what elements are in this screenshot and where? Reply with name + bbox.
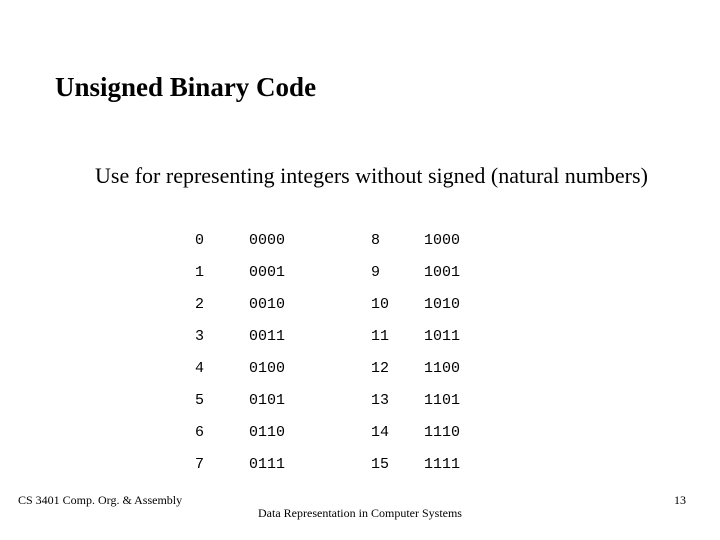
- table-row: 3 0011 11 1011: [195, 320, 504, 352]
- table-row: 0 0000 8 1000: [195, 224, 504, 256]
- slide-subtitle: Use for representing integers without si…: [95, 162, 655, 190]
- cell-binary: 1010: [424, 288, 504, 320]
- cell-decimal: 14: [371, 416, 424, 448]
- table-row: 7 0111 15 1111: [195, 448, 504, 480]
- binary-code-table: 0 0000 8 1000 1 0001 9 1001 2 0010 10 10…: [195, 224, 504, 480]
- footer-page-number: 13: [674, 493, 686, 508]
- cell-binary: 1111: [424, 448, 504, 480]
- cell-binary: 0010: [249, 288, 371, 320]
- table-row: 4 0100 12 1100: [195, 352, 504, 384]
- table-row: 2 0010 10 1010: [195, 288, 504, 320]
- cell-binary: 1011: [424, 320, 504, 352]
- table-row: 6 0110 14 1110: [195, 416, 504, 448]
- cell-decimal: 5: [195, 384, 249, 416]
- cell-binary: 0111: [249, 448, 371, 480]
- footer-center: Data Representation in Computer Systems: [0, 506, 720, 520]
- cell-binary: 1001: [424, 256, 504, 288]
- cell-decimal: 3: [195, 320, 249, 352]
- cell-binary: 0011: [249, 320, 371, 352]
- cell-binary: 0110: [249, 416, 371, 448]
- table-row: 5 0101 13 1101: [195, 384, 504, 416]
- cell-decimal: 2: [195, 288, 249, 320]
- cell-decimal: 10: [371, 288, 424, 320]
- cell-decimal: 7: [195, 448, 249, 480]
- cell-binary: 1100: [424, 352, 504, 384]
- slide-title: Unsigned Binary Code: [55, 72, 316, 103]
- cell-binary: 0101: [249, 384, 371, 416]
- table-body: 0 0000 8 1000 1 0001 9 1001 2 0010 10 10…: [195, 224, 504, 480]
- cell-decimal: 9: [371, 256, 424, 288]
- cell-decimal: 12: [371, 352, 424, 384]
- cell-decimal: 1: [195, 256, 249, 288]
- cell-decimal: 8: [371, 224, 424, 256]
- cell-binary: 0100: [249, 352, 371, 384]
- cell-binary: 1101: [424, 384, 504, 416]
- cell-decimal: 6: [195, 416, 249, 448]
- cell-decimal: 11: [371, 320, 424, 352]
- cell-binary: 1000: [424, 224, 504, 256]
- cell-decimal: 4: [195, 352, 249, 384]
- table-row: 1 0001 9 1001: [195, 256, 504, 288]
- cell-decimal: 0: [195, 224, 249, 256]
- slide: Unsigned Binary Code Use for representin…: [0, 0, 720, 540]
- cell-binary: 0001: [249, 256, 371, 288]
- cell-binary: 0000: [249, 224, 371, 256]
- cell-binary: 1110: [424, 416, 504, 448]
- cell-decimal: 15: [371, 448, 424, 480]
- cell-decimal: 13: [371, 384, 424, 416]
